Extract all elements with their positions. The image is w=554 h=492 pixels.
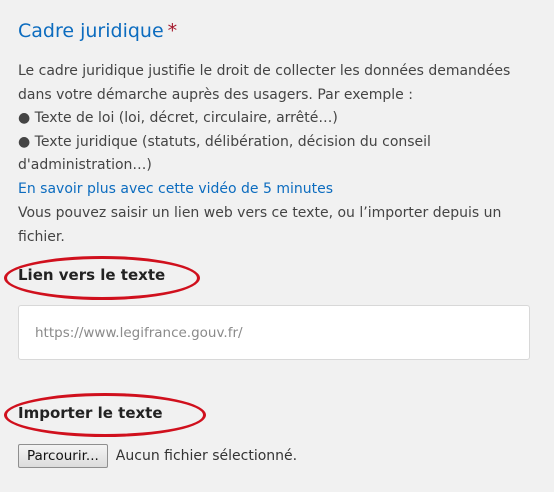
required-mark: * bbox=[167, 20, 178, 42]
browse-button[interactable]: Parcourir... bbox=[18, 444, 108, 468]
file-upload-control: Parcourir... Aucun fichier sélectionné. bbox=[18, 444, 297, 468]
video-help-link[interactable]: En savoir plus avec cette vidéo de 5 min… bbox=[18, 181, 333, 197]
bullet-legal-text: ● Texte juridique (statuts, délibération… bbox=[18, 133, 431, 174]
section-description: Le cadre juridique justifie le droit de … bbox=[18, 60, 538, 201]
import-field-label: Importer le texte bbox=[18, 404, 163, 422]
description-text: Le cadre juridique justifie le droit de … bbox=[18, 63, 511, 103]
legal-text-url-input[interactable] bbox=[18, 305, 530, 360]
upload-hint: Vous pouvez saisir un lien web vers ce t… bbox=[18, 205, 502, 245]
link-field-label: Lien vers le texte bbox=[18, 266, 166, 284]
section-title: Cadre juridique * bbox=[18, 20, 177, 42]
bullet-law-text: ● Texte de loi (loi, décret, circulaire,… bbox=[18, 110, 338, 126]
file-status-text: Aucun fichier sélectionné. bbox=[115, 448, 298, 464]
section-title-text: Cadre juridique bbox=[18, 20, 164, 42]
